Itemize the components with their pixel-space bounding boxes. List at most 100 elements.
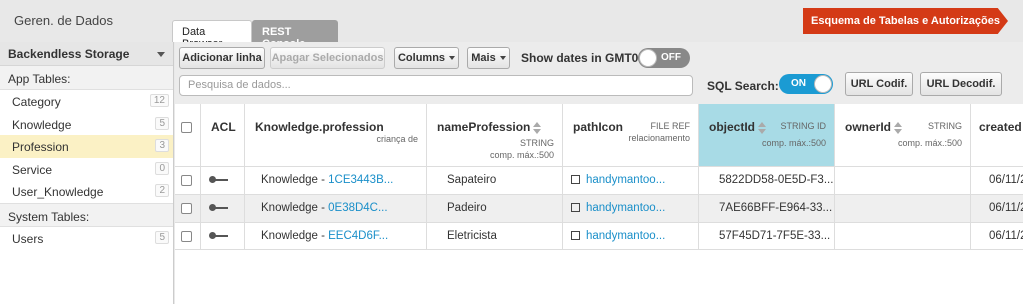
column-max-length: comp. máx.:500 <box>761 138 826 148</box>
column-title: created <box>979 120 1022 134</box>
row-count-badge: 2 <box>155 184 169 197</box>
row-checkbox[interactable] <box>181 231 192 242</box>
table-name: Users <box>12 231 44 246</box>
created-cell[interactable]: 06/11/2 <box>971 223 1023 250</box>
object-id-cell[interactable]: 57F45D71-7F5E-33... <box>699 223 835 250</box>
path-icon-cell: handymantoo... <box>563 167 699 194</box>
header-path-icon[interactable]: pathIcon FILE REF relacionamento <box>563 104 699 166</box>
relation-cell: Knowledge - 0E38D4C... <box>245 195 427 222</box>
tab-data-browser[interactable]: Data Browser <box>172 20 252 50</box>
key-icon[interactable] <box>209 204 229 212</box>
app-title: Geren. de Dados <box>14 13 114 28</box>
created-cell[interactable]: 06/11/2 <box>971 195 1023 222</box>
storage-label: Backendless Storage <box>8 47 130 61</box>
row-checkbox[interactable] <box>181 203 192 214</box>
column-type: STRING <box>519 138 554 148</box>
more-dropdown[interactable]: Mais <box>467 47 510 69</box>
row-count-badge: 5 <box>155 116 169 130</box>
relation-cell: Knowledge - 1CE3443B... <box>245 167 427 194</box>
header-created[interactable]: created <box>971 104 1023 166</box>
owner-id-cell[interactable] <box>835 167 971 194</box>
delete-selected-button[interactable]: Apagar Selecionados <box>270 47 385 69</box>
path-icon-cell: handymantoo... <box>563 195 699 222</box>
storage-selector[interactable]: Backendless Storage <box>0 42 173 66</box>
column-title: ownerId <box>845 120 892 134</box>
search-input[interactable]: Pesquisa de dados... <box>179 75 693 96</box>
sort-icon[interactable] <box>758 121 767 134</box>
name-profession-cell[interactable]: Padeiro <box>427 195 563 222</box>
key-icon[interactable] <box>209 176 229 184</box>
relation-link[interactable]: EEC4D6F... <box>328 230 388 242</box>
tab-rest-console[interactable]: REST Console <box>252 20 338 50</box>
external-link-icon[interactable] <box>571 203 580 213</box>
acl-cell <box>201 195 245 222</box>
name-profession-cell[interactable]: Sapateiro <box>427 167 563 194</box>
external-link-icon[interactable] <box>571 175 580 185</box>
external-link-icon[interactable] <box>571 231 580 241</box>
column-type: FILE REF <box>650 121 690 131</box>
toggle-state: OFF <box>661 52 681 63</box>
header-acl[interactable]: ACL <box>201 104 245 166</box>
owner-id-cell[interactable] <box>835 223 971 250</box>
acl-cell <box>201 223 245 250</box>
sidebar-item-users[interactable]: Users 5 <box>0 227 173 250</box>
show-dates-toggle[interactable]: OFF <box>638 48 690 68</box>
row-select-cell <box>175 167 201 194</box>
column-subtitle: criança de <box>376 134 418 144</box>
system-tables-heading: System Tables: <box>0 202 173 227</box>
relation-link[interactable]: 1CE3443B... <box>328 174 393 186</box>
row-select-cell <box>175 223 201 250</box>
row-count-badge: 0 <box>155 161 169 175</box>
relation-prefix: Knowledge - <box>261 230 329 242</box>
table-name: Category <box>12 95 61 109</box>
header-object-id[interactable]: objectId STRING ID comp. máx.:500 <box>699 104 835 166</box>
relation-link[interactable]: 0E38D4C... <box>328 202 387 214</box>
sidebar-item-category[interactable]: Category 12 <box>0 90 173 113</box>
owner-id-cell[interactable] <box>835 195 971 222</box>
column-max-length: comp. máx.:500 <box>489 150 554 160</box>
file-link[interactable]: handymantoo... <box>586 202 665 214</box>
url-encode-button[interactable]: URL Codif. <box>845 72 913 96</box>
column-title-wrap: nameProfession <box>437 120 542 134</box>
table-row[interactable]: Knowledge - 1CE3443B... Sapateiro handym… <box>175 166 1023 194</box>
created-cell[interactable]: 06/11/2 <box>971 167 1023 194</box>
column-relation: relacionamento <box>628 133 690 143</box>
header-name-profession[interactable]: nameProfession STRING comp. máx.:500 <box>427 104 563 166</box>
add-row-button[interactable]: Adicionar linha <box>179 47 265 69</box>
file-link[interactable]: handymantoo... <box>586 174 665 186</box>
row-checkbox[interactable] <box>181 175 192 186</box>
app-tables-heading: App Tables: <box>0 66 173 90</box>
column-title: Knowledge.profession <box>255 120 384 134</box>
url-decode-button[interactable]: URL Decodif. <box>920 72 1002 96</box>
header-knowledge-profession[interactable]: Knowledge.profession criança de <box>245 104 427 166</box>
sort-icon[interactable] <box>533 121 542 134</box>
row-count-badge: 12 <box>149 94 169 107</box>
sidebar-item-profession[interactable]: Profession 3 <box>0 135 173 158</box>
row-count-badge: 3 <box>155 139 169 152</box>
sidebar-item-user-knowledge[interactable]: User_Knowledge 2 <box>0 180 173 203</box>
object-id-cell[interactable]: 7AE66BFF-E964-33... <box>699 195 835 222</box>
name-profession-cell[interactable]: Eletricista <box>427 223 563 250</box>
table-name: Knowledge <box>12 117 72 132</box>
file-link[interactable]: handymantoo... <box>586 230 665 242</box>
select-all-checkbox[interactable] <box>181 122 192 133</box>
header-owner-id[interactable]: ownerId STRING comp. máx.:500 <box>835 104 971 166</box>
table-row[interactable]: Knowledge - 0E38D4C... Padeiro handymant… <box>175 194 1023 222</box>
table-row[interactable]: Knowledge - EEC4D6F... Eletricista handy… <box>175 222 1023 250</box>
schema-permissions-button[interactable]: Esquema de Tabelas e Autorizações <box>803 8 1008 34</box>
column-title-wrap: ownerId <box>845 120 903 134</box>
columns-dropdown[interactable]: Columns <box>394 47 459 69</box>
chevron-down-icon <box>157 52 165 57</box>
sidebar-item-service[interactable]: Service 0 <box>0 158 173 181</box>
main-panel: Adicionar linha Apagar Selecionados Colu… <box>175 42 1023 304</box>
sql-search-toggle[interactable]: ON <box>779 74 833 94</box>
column-title: nameProfession <box>437 120 531 134</box>
key-icon[interactable] <box>209 232 229 240</box>
sidebar-item-knowledge[interactable]: Knowledge 5 <box>0 113 173 136</box>
more-label: Mais <box>471 52 496 64</box>
chevron-down-icon <box>449 56 456 61</box>
sort-icon[interactable] <box>894 121 903 134</box>
object-id-cell[interactable]: 5822DD58-0E5D-F3... <box>699 167 835 194</box>
relation-prefix: Knowledge - <box>261 202 329 214</box>
path-icon-cell: handymantoo... <box>563 223 699 250</box>
